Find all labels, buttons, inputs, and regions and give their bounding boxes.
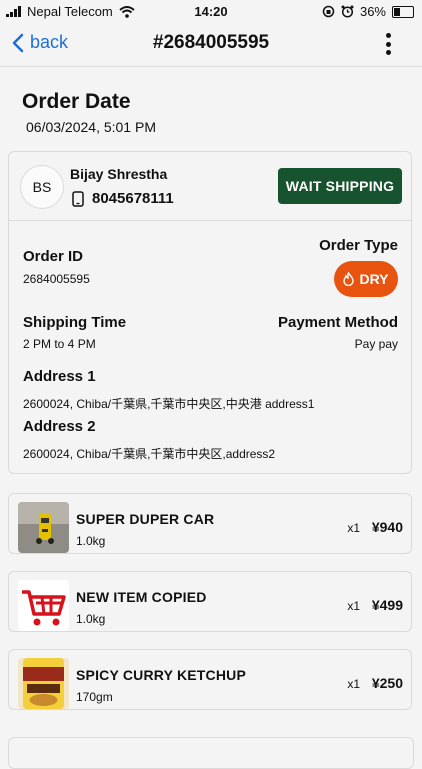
product-weight: 170gm bbox=[76, 690, 113, 704]
product-weight: 1.0kg bbox=[76, 534, 106, 548]
battery-icon bbox=[392, 5, 414, 18]
product-price: ¥499 bbox=[371, 597, 403, 613]
product-quantity: x1 bbox=[347, 677, 360, 691]
payment-method-label: Payment Method bbox=[277, 314, 398, 331]
more-options-button[interactable] bbox=[378, 30, 398, 58]
order-status-button[interactable]: WAIT SHIPPING bbox=[278, 168, 402, 204]
dot-icon bbox=[385, 50, 391, 55]
product-image bbox=[18, 658, 69, 709]
product-name: SPICY CURRY KETCHUP bbox=[76, 667, 247, 683]
back-button[interactable]: back bbox=[12, 32, 68, 53]
list-item-partial[interactable] bbox=[8, 737, 414, 769]
order-id-label: Order ID bbox=[23, 248, 84, 265]
battery-fill bbox=[394, 7, 400, 16]
dot-icon bbox=[385, 33, 391, 38]
product-price: ¥250 bbox=[371, 675, 403, 691]
order-id-value: 2684005595 bbox=[23, 272, 90, 286]
list-item[interactable]: SUPER DUPER CAR 1.0kg x1 ¥940 bbox=[8, 493, 412, 554]
order-type-label: Order Type bbox=[319, 237, 398, 254]
battery-percent: 36% bbox=[359, 4, 386, 19]
alarm-icon bbox=[341, 5, 354, 18]
address1-value: 2600024, Chiba/千葉県,千葉市中央区,中央港 address1 bbox=[23, 397, 315, 411]
orientation-lock-icon bbox=[322, 5, 335, 18]
order-details-card: BS Bijay Shrestha 8045678111 WAIT SHIPPI… bbox=[8, 151, 412, 474]
product-name: NEW ITEM COPIED bbox=[76, 589, 207, 605]
payment-method-value: Pay pay bbox=[354, 337, 398, 351]
phone-number: 8045678111 bbox=[92, 190, 174, 207]
divider bbox=[9, 220, 411, 221]
order-date-label: Order Date bbox=[22, 90, 131, 113]
list-item[interactable]: SPICY CURRY KETCHUP 170gm x1 ¥250 bbox=[8, 649, 412, 710]
list-item[interactable]: NEW ITEM COPIED 1.0kg x1 ¥499 bbox=[8, 571, 412, 632]
status-right: 36% bbox=[322, 4, 414, 19]
cart-icon bbox=[18, 580, 69, 631]
product-name: SUPER DUPER CAR bbox=[76, 511, 215, 527]
dot-icon bbox=[385, 41, 391, 47]
product-price: ¥940 bbox=[371, 519, 403, 535]
shipping-time-label: Shipping Time bbox=[23, 314, 127, 331]
address2-label: Address 2 bbox=[23, 418, 96, 435]
back-label: back bbox=[30, 32, 69, 52]
chevron-left-icon bbox=[12, 33, 24, 52]
customer-phone[interactable]: 8045678111 bbox=[72, 190, 174, 207]
status-bar: Nepal Telecom 14:20 36% bbox=[0, 0, 422, 22]
shipping-time-value: 2 PM to 4 PM bbox=[23, 337, 96, 351]
avatar: BS bbox=[20, 165, 64, 209]
customer-name: Bijay Shrestha bbox=[70, 166, 168, 182]
order-date-value: 06/03/2024, 5:01 PM bbox=[26, 119, 156, 135]
address2-value: 2600024, Chiba/千葉県,千葉市中央区,address2 bbox=[23, 447, 276, 461]
phone-icon bbox=[72, 190, 84, 207]
product-weight: 1.0kg bbox=[76, 612, 106, 626]
flame-icon bbox=[343, 272, 355, 286]
product-quantity: x1 bbox=[347, 599, 360, 613]
address1-label: Address 1 bbox=[23, 368, 96, 385]
product-quantity: x1 bbox=[347, 521, 360, 535]
nav-header: back #2684005595 bbox=[0, 22, 422, 67]
product-image bbox=[18, 502, 69, 553]
order-type-value: DRY bbox=[359, 271, 389, 287]
order-type-badge: DRY bbox=[334, 261, 398, 297]
